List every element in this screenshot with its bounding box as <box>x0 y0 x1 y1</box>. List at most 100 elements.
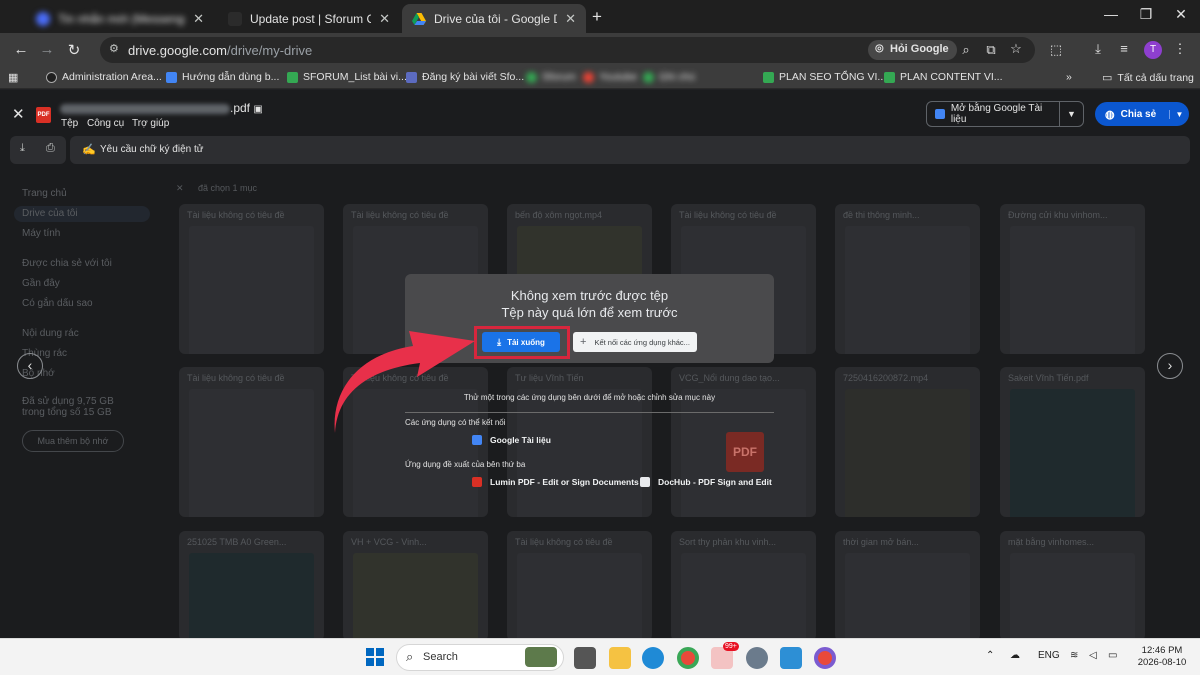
edge-browser-icon[interactable] <box>642 647 664 669</box>
file-card: thời gian mở bán... <box>835 531 980 641</box>
close-viewer-icon[interactable]: ✕ <box>12 105 25 123</box>
open-with-docs-button[interactable]: Mở bằng Google Tài liệu ▼ <box>926 101 1084 127</box>
bookmark-item[interactable]: PLAN SEO TỔNG VI... <box>763 71 886 83</box>
sheet-icon <box>763 71 774 83</box>
file-card-title: Tài liệu không có tiêu đề <box>679 210 777 220</box>
dochub-icon <box>640 477 650 487</box>
task-view-icon[interactable] <box>574 647 596 669</box>
folder-location-icon[interactable]: ▣ <box>253 104 262 115</box>
reload-icon[interactable]: ↻ <box>63 41 85 59</box>
chrome-icon[interactable] <box>677 647 699 669</box>
restore-button[interactable]: ❐ <box>1131 6 1161 23</box>
wifi-icon[interactable]: ≋ <box>1070 650 1078 661</box>
tab-strip: Tin nhắn mới (Messenger) ✕ Update post |… <box>0 0 1200 33</box>
install-app-icon[interactable]: ⧉ <box>981 42 1001 58</box>
volume-icon[interactable]: ◁ <box>1089 650 1097 661</box>
windows-start-icon[interactable] <box>366 648 384 666</box>
notification-badge: 99+ <box>723 642 739 651</box>
bookmark-star-icon[interactable]: ☆ <box>1006 41 1026 57</box>
file-card: Tài liệu không có tiêu đề <box>507 531 652 641</box>
close-window-button[interactable]: ✕ <box>1166 6 1196 23</box>
download-icon[interactable]: ⤓ <box>20 142 25 155</box>
more-menu-icon[interactable]: ⋮ <box>1170 41 1190 57</box>
bookmark-item[interactable]: Ghi chú <box>643 71 695 83</box>
bookmark-item[interactable]: SFORUM_List bài vi... <box>287 71 407 83</box>
file-preview <box>517 553 642 641</box>
profile-avatar[interactable]: T <box>1144 41 1162 59</box>
site-info-icon[interactable]: ⚙ <box>109 42 119 55</box>
red-arrow-annotation <box>334 331 475 433</box>
google-drive-favicon-icon <box>412 12 426 25</box>
language-indicator[interactable]: ENG <box>1038 650 1060 661</box>
tab-messenger[interactable]: Tin nhắn mới (Messenger) ✕ <box>26 4 214 33</box>
connect-apps-button[interactable]: + Kết nối các ứng dụng khác... <box>573 332 697 352</box>
more-bookmarks-button[interactable]: » <box>1066 71 1072 83</box>
battery-icon[interactable]: ▭ <box>1108 650 1117 661</box>
windows-taskbar: ⌕ Search 99+ ⌃ ☁ ENG ≋ ◁ ▭ 12:46 PM 2026… <box>0 638 1200 675</box>
extensions-icon[interactable]: ⬚ <box>1046 42 1066 58</box>
taskbar-search[interactable]: ⌕ Search <box>396 644 564 671</box>
bookmark-label: SFORUM_List bài vi... <box>303 71 407 83</box>
file-explorer-icon[interactable] <box>609 647 631 669</box>
minimize-button[interactable]: — <box>1096 6 1126 22</box>
all-bookmarks-folder[interactable]: ▭ Tất cả dấu trang <box>1102 71 1194 85</box>
settings-gear-icon[interactable] <box>746 647 768 669</box>
file-card-title: Tài liệu không có tiêu đề <box>187 373 285 383</box>
share-label: Chia sẻ <box>1120 108 1157 120</box>
zalo-icon[interactable]: 99+ <box>711 642 739 669</box>
menu-file[interactable]: Tệp <box>61 118 78 129</box>
close-tab-icon[interactable]: ✕ <box>565 11 576 27</box>
forward-arrow-icon[interactable]: → <box>36 41 58 58</box>
share-button[interactable]: ◍ Chia sẻ ▼ <box>1095 102 1189 126</box>
tab-sforum-cms[interactable]: Update post | Sforum CMS ✕ <box>218 4 400 33</box>
menu-tools[interactable]: Công cụ <box>87 118 124 129</box>
apps-grid-icon[interactable]: ▦ <box>8 71 18 84</box>
url-text[interactable]: drive.google.com/drive/my-drive <box>128 43 312 58</box>
bookmark-item[interactable]: Sforum <box>526 71 576 83</box>
print-icon[interactable]: ⎙ <box>46 142 55 155</box>
pdf-tile-icon: PDF <box>726 432 764 472</box>
chevron-down-icon[interactable]: ▼ <box>1169 109 1189 119</box>
media-control-icon[interactable]: ≡ <box>1114 41 1134 56</box>
file-card: Sakeit Vĩnh Tiến.pdf <box>1000 367 1145 517</box>
mail-app-icon[interactable] <box>780 647 802 669</box>
ask-google-label: Hỏi Google <box>890 43 949 55</box>
bookmark-item[interactable]: Administration Area... <box>46 71 162 83</box>
bookmark-label: PLAN SEO TỔNG VI... <box>779 71 887 83</box>
bookmark-item[interactable]: PLAN CONTENT VI... <box>884 71 1003 83</box>
lumin-pdf-app-link[interactable]: Lumin PDF - Edit or Sign Documents <box>472 477 639 487</box>
sheet-icon <box>287 71 298 83</box>
bookmark-favicon-icon <box>583 71 594 83</box>
ask-google-button[interactable]: ◎ Hỏi Google <box>868 40 957 60</box>
close-tab-icon[interactable]: ✕ <box>379 11 390 27</box>
previous-file-button[interactable]: ‹ <box>17 353 43 379</box>
menu-help[interactable]: Trợ giúp <box>132 118 169 129</box>
chevron-up-icon[interactable]: ⌃ <box>986 650 994 661</box>
chrome-profile-icon[interactable] <box>814 647 836 669</box>
address-bar[interactable]: ⚙ drive.google.com/drive/my-drive ◎ Hỏi … <box>100 37 1035 63</box>
downloads-icon[interactable]: ⤓ <box>1088 41 1108 57</box>
next-file-button[interactable]: › <box>1157 353 1183 379</box>
file-card-title: Tài liệu không có tiêu đề <box>351 210 449 220</box>
onedrive-cloud-icon[interactable]: ☁ <box>1010 650 1020 661</box>
signature-request-label: Yêu cầu chữ ký điện tử <box>100 144 204 155</box>
zoom-search-icon[interactable]: ⌕ <box>956 42 976 58</box>
signature-request-bar[interactable]: ✍ Yêu cầu chữ ký điện tử <box>70 136 1190 164</box>
close-tab-icon[interactable]: ✕ <box>193 11 204 27</box>
tab-google-drive[interactable]: Drive của tôi - Google Drive ✕ <box>402 4 586 33</box>
back-arrow-icon[interactable]: ← <box>10 41 32 58</box>
chevron-down-icon[interactable]: ▼ <box>1059 102 1083 126</box>
dochub-app-link[interactable]: DocHub - PDF Sign and Edit <box>640 477 772 487</box>
bookmark-item[interactable]: Đăng ký bài viết Sfo... <box>406 71 524 83</box>
file-name: .pdf ▣ <box>60 101 263 115</box>
file-preview <box>189 226 314 354</box>
google-docs-icon <box>166 71 177 83</box>
new-tab-button[interactable]: + <box>592 7 602 27</box>
system-clock[interactable]: 12:46 PM 2026-08-10 <box>1134 645 1190 669</box>
bookmark-item[interactable]: Youtube <box>583 71 637 83</box>
wordpress-icon <box>46 71 57 83</box>
bookmark-item[interactable]: Hướng dẫn dùng b... <box>166 71 279 83</box>
bookmark-label: Hướng dẫn dùng b... <box>182 71 280 83</box>
buy-storage-button: Mua thêm bộ nhớ <box>22 430 124 452</box>
bookmark-favicon-icon <box>643 71 654 83</box>
